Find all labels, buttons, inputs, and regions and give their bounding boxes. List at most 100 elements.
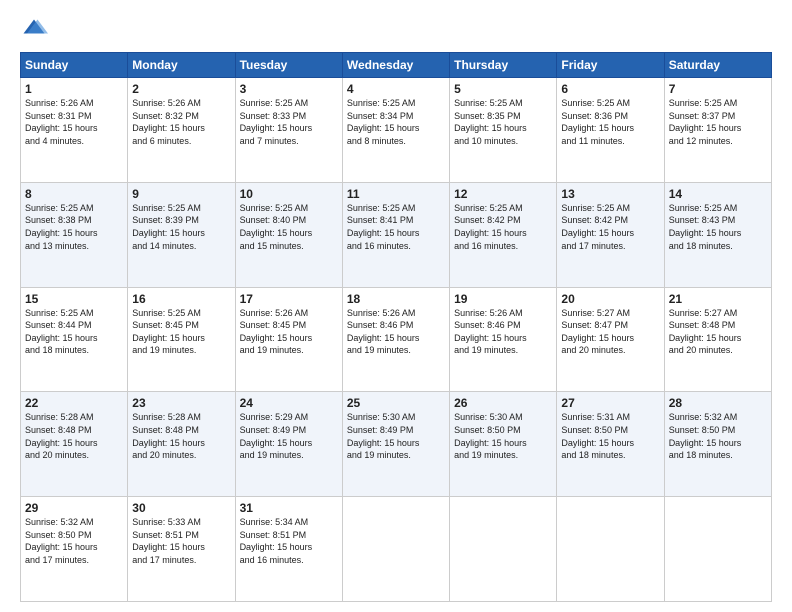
calendar-cell: 12 Sunrise: 5:25 AM Sunset: 8:42 PM Dayl… <box>450 182 557 287</box>
calendar-cell: 13 Sunrise: 5:25 AM Sunset: 8:42 PM Dayl… <box>557 182 664 287</box>
day-info: Sunrise: 5:25 AM Sunset: 8:45 PM Dayligh… <box>132 307 230 357</box>
day-info: Sunrise: 5:34 AM Sunset: 8:51 PM Dayligh… <box>240 516 338 566</box>
day-number: 29 <box>25 501 123 515</box>
day-number: 17 <box>240 292 338 306</box>
calendar-header-row: SundayMondayTuesdayWednesdayThursdayFrid… <box>21 53 772 78</box>
day-info: Sunrise: 5:28 AM Sunset: 8:48 PM Dayligh… <box>132 411 230 461</box>
calendar-cell: 30 Sunrise: 5:33 AM Sunset: 8:51 PM Dayl… <box>128 497 235 602</box>
day-number: 23 <box>132 396 230 410</box>
day-number: 30 <box>132 501 230 515</box>
calendar-cell: 28 Sunrise: 5:32 AM Sunset: 8:50 PM Dayl… <box>664 392 771 497</box>
day-number: 10 <box>240 187 338 201</box>
calendar-cell: 19 Sunrise: 5:26 AM Sunset: 8:46 PM Dayl… <box>450 287 557 392</box>
day-info: Sunrise: 5:25 AM Sunset: 8:35 PM Dayligh… <box>454 97 552 147</box>
calendar-cell: 14 Sunrise: 5:25 AM Sunset: 8:43 PM Dayl… <box>664 182 771 287</box>
day-info: Sunrise: 5:26 AM Sunset: 8:45 PM Dayligh… <box>240 307 338 357</box>
calendar-cell: 3 Sunrise: 5:25 AM Sunset: 8:33 PM Dayli… <box>235 78 342 183</box>
day-number: 2 <box>132 82 230 96</box>
day-number: 9 <box>132 187 230 201</box>
day-number: 21 <box>669 292 767 306</box>
day-info: Sunrise: 5:25 AM Sunset: 8:42 PM Dayligh… <box>561 202 659 252</box>
calendar-header-tuesday: Tuesday <box>235 53 342 78</box>
day-info: Sunrise: 5:26 AM Sunset: 8:31 PM Dayligh… <box>25 97 123 147</box>
day-number: 18 <box>347 292 445 306</box>
calendar-cell: 4 Sunrise: 5:25 AM Sunset: 8:34 PM Dayli… <box>342 78 449 183</box>
day-number: 14 <box>669 187 767 201</box>
header <box>20 16 772 44</box>
calendar-cell: 11 Sunrise: 5:25 AM Sunset: 8:41 PM Dayl… <box>342 182 449 287</box>
calendar-cell: 1 Sunrise: 5:26 AM Sunset: 8:31 PM Dayli… <box>21 78 128 183</box>
calendar-cell: 22 Sunrise: 5:28 AM Sunset: 8:48 PM Dayl… <box>21 392 128 497</box>
day-info: Sunrise: 5:33 AM Sunset: 8:51 PM Dayligh… <box>132 516 230 566</box>
calendar-cell: 18 Sunrise: 5:26 AM Sunset: 8:46 PM Dayl… <box>342 287 449 392</box>
day-number: 8 <box>25 187 123 201</box>
calendar-cell: 17 Sunrise: 5:26 AM Sunset: 8:45 PM Dayl… <box>235 287 342 392</box>
day-number: 6 <box>561 82 659 96</box>
day-number: 31 <box>240 501 338 515</box>
day-number: 4 <box>347 82 445 96</box>
calendar-cell: 2 Sunrise: 5:26 AM Sunset: 8:32 PM Dayli… <box>128 78 235 183</box>
day-number: 13 <box>561 187 659 201</box>
calendar-cell <box>342 497 449 602</box>
day-info: Sunrise: 5:25 AM Sunset: 8:36 PM Dayligh… <box>561 97 659 147</box>
calendar-week-row: 15 Sunrise: 5:25 AM Sunset: 8:44 PM Dayl… <box>21 287 772 392</box>
calendar-cell <box>664 497 771 602</box>
calendar-cell: 24 Sunrise: 5:29 AM Sunset: 8:49 PM Dayl… <box>235 392 342 497</box>
day-number: 28 <box>669 396 767 410</box>
day-info: Sunrise: 5:30 AM Sunset: 8:49 PM Dayligh… <box>347 411 445 461</box>
day-info: Sunrise: 5:25 AM Sunset: 8:43 PM Dayligh… <box>669 202 767 252</box>
day-info: Sunrise: 5:25 AM Sunset: 8:34 PM Dayligh… <box>347 97 445 147</box>
page: SundayMondayTuesdayWednesdayThursdayFrid… <box>0 0 792 612</box>
day-number: 5 <box>454 82 552 96</box>
day-info: Sunrise: 5:25 AM Sunset: 8:40 PM Dayligh… <box>240 202 338 252</box>
day-info: Sunrise: 5:25 AM Sunset: 8:44 PM Dayligh… <box>25 307 123 357</box>
day-info: Sunrise: 5:25 AM Sunset: 8:33 PM Dayligh… <box>240 97 338 147</box>
day-info: Sunrise: 5:27 AM Sunset: 8:48 PM Dayligh… <box>669 307 767 357</box>
day-number: 7 <box>669 82 767 96</box>
calendar-cell: 5 Sunrise: 5:25 AM Sunset: 8:35 PM Dayli… <box>450 78 557 183</box>
calendar-week-row: 1 Sunrise: 5:26 AM Sunset: 8:31 PM Dayli… <box>21 78 772 183</box>
day-number: 16 <box>132 292 230 306</box>
calendar-header-friday: Friday <box>557 53 664 78</box>
day-number: 15 <box>25 292 123 306</box>
day-number: 22 <box>25 396 123 410</box>
calendar-cell: 16 Sunrise: 5:25 AM Sunset: 8:45 PM Dayl… <box>128 287 235 392</box>
calendar-cell: 20 Sunrise: 5:27 AM Sunset: 8:47 PM Dayl… <box>557 287 664 392</box>
calendar-header-sunday: Sunday <box>21 53 128 78</box>
calendar-header-saturday: Saturday <box>664 53 771 78</box>
calendar-week-row: 8 Sunrise: 5:25 AM Sunset: 8:38 PM Dayli… <box>21 182 772 287</box>
calendar-cell <box>557 497 664 602</box>
day-number: 12 <box>454 187 552 201</box>
day-info: Sunrise: 5:32 AM Sunset: 8:50 PM Dayligh… <box>669 411 767 461</box>
day-number: 11 <box>347 187 445 201</box>
day-number: 24 <box>240 396 338 410</box>
day-info: Sunrise: 5:27 AM Sunset: 8:47 PM Dayligh… <box>561 307 659 357</box>
day-number: 19 <box>454 292 552 306</box>
calendar-week-row: 29 Sunrise: 5:32 AM Sunset: 8:50 PM Dayl… <box>21 497 772 602</box>
calendar-cell: 6 Sunrise: 5:25 AM Sunset: 8:36 PM Dayli… <box>557 78 664 183</box>
logo <box>20 16 52 44</box>
day-number: 1 <box>25 82 123 96</box>
calendar-cell: 10 Sunrise: 5:25 AM Sunset: 8:40 PM Dayl… <box>235 182 342 287</box>
calendar-header-wednesday: Wednesday <box>342 53 449 78</box>
day-info: Sunrise: 5:25 AM Sunset: 8:37 PM Dayligh… <box>669 97 767 147</box>
calendar-cell: 7 Sunrise: 5:25 AM Sunset: 8:37 PM Dayli… <box>664 78 771 183</box>
day-info: Sunrise: 5:26 AM Sunset: 8:46 PM Dayligh… <box>454 307 552 357</box>
day-info: Sunrise: 5:30 AM Sunset: 8:50 PM Dayligh… <box>454 411 552 461</box>
day-info: Sunrise: 5:28 AM Sunset: 8:48 PM Dayligh… <box>25 411 123 461</box>
calendar-header-monday: Monday <box>128 53 235 78</box>
day-info: Sunrise: 5:25 AM Sunset: 8:41 PM Dayligh… <box>347 202 445 252</box>
calendar-header-thursday: Thursday <box>450 53 557 78</box>
calendar-cell: 25 Sunrise: 5:30 AM Sunset: 8:49 PM Dayl… <box>342 392 449 497</box>
calendar-table: SundayMondayTuesdayWednesdayThursdayFrid… <box>20 52 772 602</box>
day-info: Sunrise: 5:26 AM Sunset: 8:46 PM Dayligh… <box>347 307 445 357</box>
calendar-cell: 9 Sunrise: 5:25 AM Sunset: 8:39 PM Dayli… <box>128 182 235 287</box>
calendar-cell: 21 Sunrise: 5:27 AM Sunset: 8:48 PM Dayl… <box>664 287 771 392</box>
calendar-cell: 8 Sunrise: 5:25 AM Sunset: 8:38 PM Dayli… <box>21 182 128 287</box>
day-info: Sunrise: 5:32 AM Sunset: 8:50 PM Dayligh… <box>25 516 123 566</box>
day-number: 20 <box>561 292 659 306</box>
calendar-cell: 23 Sunrise: 5:28 AM Sunset: 8:48 PM Dayl… <box>128 392 235 497</box>
day-number: 27 <box>561 396 659 410</box>
calendar-week-row: 22 Sunrise: 5:28 AM Sunset: 8:48 PM Dayl… <box>21 392 772 497</box>
day-info: Sunrise: 5:29 AM Sunset: 8:49 PM Dayligh… <box>240 411 338 461</box>
